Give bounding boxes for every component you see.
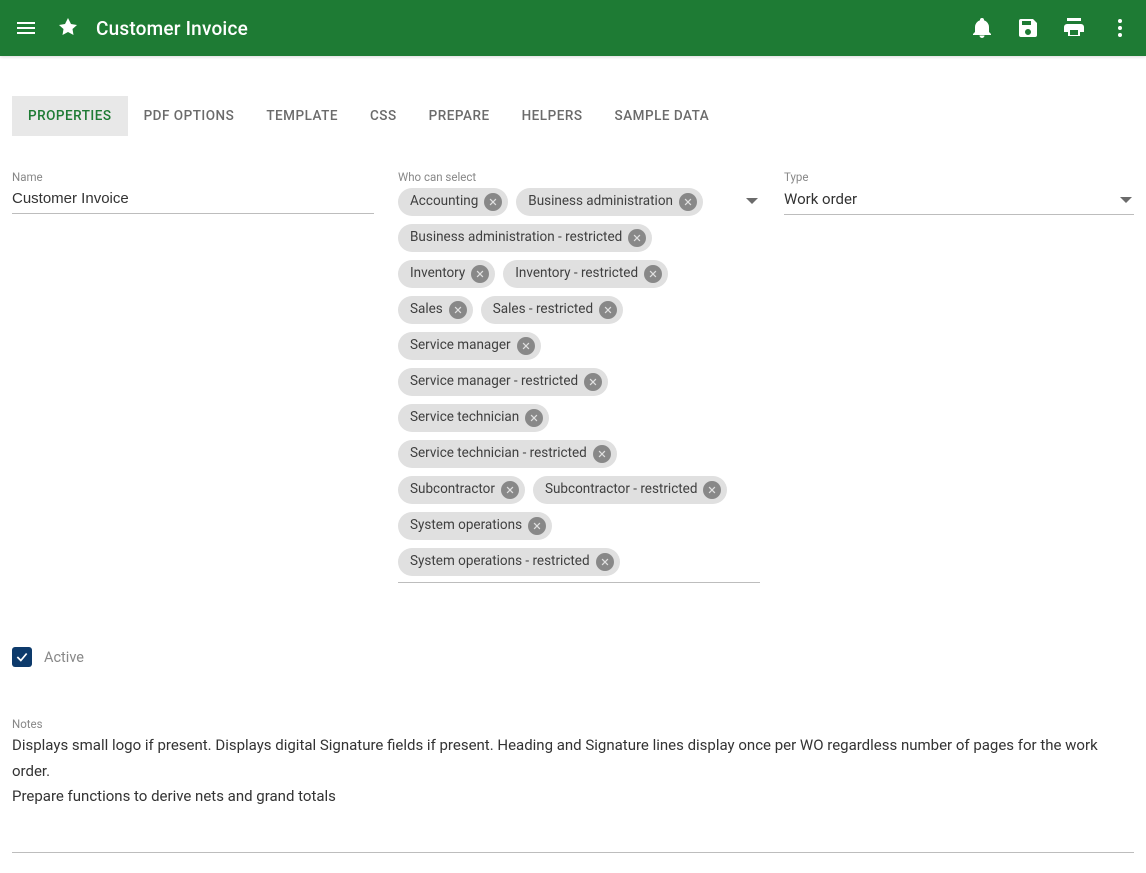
chip-label: Service technician bbox=[410, 411, 519, 425]
role-chip: Service manager bbox=[398, 332, 541, 360]
chip-label: Service manager bbox=[410, 339, 511, 353]
name-label: Name bbox=[12, 170, 374, 184]
chip-remove-button[interactable] bbox=[471, 265, 489, 283]
chip-label: System operations bbox=[410, 519, 522, 533]
chip-remove-button[interactable] bbox=[679, 193, 697, 211]
chip-remove-button[interactable] bbox=[528, 517, 546, 535]
close-icon bbox=[707, 485, 717, 495]
type-value: Work order bbox=[784, 190, 857, 208]
notes-textarea[interactable]: Displays small logo if present. Displays… bbox=[12, 733, 1134, 853]
close-icon bbox=[475, 269, 485, 279]
who-can-select-field[interactable]: Accounting Business administration Busines… bbox=[398, 186, 760, 583]
app-logo-icon bbox=[56, 16, 80, 40]
chip-label: Subcontractor - restricted bbox=[545, 483, 698, 497]
tab-prepare[interactable]: PREPARE bbox=[413, 96, 506, 136]
name-input[interactable] bbox=[12, 186, 374, 214]
chip-label: Accounting bbox=[410, 195, 478, 209]
chip-label: Sales - restricted bbox=[493, 303, 593, 317]
close-icon bbox=[683, 197, 693, 207]
chevron-down-icon bbox=[746, 198, 758, 204]
more-vertical-icon bbox=[1108, 16, 1132, 40]
role-chip: Business administration - restricted bbox=[398, 224, 652, 252]
active-checkbox[interactable] bbox=[12, 647, 32, 667]
chip-label: Inventory - restricted bbox=[515, 267, 638, 281]
close-icon bbox=[597, 449, 607, 459]
chip-remove-button[interactable] bbox=[501, 481, 519, 499]
close-icon bbox=[532, 521, 542, 531]
role-chip: Inventory - restricted bbox=[503, 260, 668, 288]
chip-remove-button[interactable] bbox=[628, 229, 646, 247]
tab-helpers[interactable]: HELPERS bbox=[506, 96, 599, 136]
chip-remove-button[interactable] bbox=[599, 301, 617, 319]
top-bar: Customer Invoice bbox=[0, 0, 1146, 56]
chip-label: Subcontractor bbox=[410, 483, 495, 497]
chip-label: Sales bbox=[410, 303, 443, 317]
close-icon bbox=[603, 305, 613, 315]
role-chip: Service technician bbox=[398, 404, 549, 432]
chevron-down-icon bbox=[1120, 197, 1132, 203]
save-button[interactable] bbox=[1014, 14, 1042, 42]
chip-remove-button[interactable] bbox=[584, 373, 602, 391]
role-chip: System operations - restricted bbox=[398, 548, 620, 576]
role-chip: Service technician - restricted bbox=[398, 440, 617, 468]
chip-label: Inventory bbox=[410, 267, 465, 281]
role-chip: Service manager - restricted bbox=[398, 368, 608, 396]
notifications-button[interactable] bbox=[968, 14, 996, 42]
menu-button[interactable] bbox=[12, 14, 40, 42]
hamburger-icon bbox=[14, 16, 38, 40]
chip-label: System operations - restricted bbox=[410, 555, 590, 569]
app-logo-button[interactable] bbox=[54, 14, 82, 42]
tab-properties[interactable]: PROPERTIES bbox=[12, 96, 128, 136]
role-chip: System operations bbox=[398, 512, 552, 540]
tab-template[interactable]: TEMPLATE bbox=[250, 96, 354, 136]
role-chip: Business administration bbox=[516, 188, 703, 216]
chip-remove-button[interactable] bbox=[703, 481, 721, 499]
chip-remove-button[interactable] bbox=[596, 553, 614, 571]
bell-icon bbox=[970, 16, 994, 40]
close-icon bbox=[521, 341, 531, 351]
role-chip: Subcontractor bbox=[398, 476, 525, 504]
notes-label: Notes bbox=[12, 717, 1134, 731]
role-chip: Inventory bbox=[398, 260, 495, 288]
close-icon bbox=[453, 305, 463, 315]
close-icon bbox=[505, 485, 515, 495]
print-button[interactable] bbox=[1060, 14, 1088, 42]
chip-label: Business administration - restricted bbox=[410, 231, 622, 245]
page-title: Customer Invoice bbox=[96, 17, 248, 40]
chip-remove-button[interactable] bbox=[644, 265, 662, 283]
save-icon bbox=[1016, 16, 1040, 40]
active-label: Active bbox=[44, 649, 84, 666]
chip-remove-button[interactable] bbox=[593, 445, 611, 463]
chip-remove-button[interactable] bbox=[449, 301, 467, 319]
role-chip: Accounting bbox=[398, 188, 508, 216]
type-select[interactable]: Work order bbox=[784, 186, 1134, 215]
role-chip: Sales - restricted bbox=[481, 296, 623, 324]
who-can-select-label: Who can select bbox=[398, 170, 760, 184]
chip-remove-button[interactable] bbox=[525, 409, 543, 427]
close-icon bbox=[600, 557, 610, 567]
chip-remove-button[interactable] bbox=[517, 337, 535, 355]
tab-css[interactable]: CSS bbox=[354, 96, 413, 136]
close-icon bbox=[632, 233, 642, 243]
chip-label: Service technician - restricted bbox=[410, 447, 587, 461]
role-chip: Subcontractor - restricted bbox=[533, 476, 728, 504]
print-icon bbox=[1062, 16, 1086, 40]
chip-label: Business administration bbox=[528, 195, 673, 209]
tab-bar: PROPERTIESPDF OPTIONSTEMPLATECSSPREPAREH… bbox=[12, 96, 1134, 136]
role-chip: Sales bbox=[398, 296, 473, 324]
close-icon bbox=[648, 269, 658, 279]
close-icon bbox=[529, 413, 539, 423]
tab-sample-data[interactable]: SAMPLE DATA bbox=[599, 96, 726, 136]
tab-pdf-options[interactable]: PDF OPTIONS bbox=[128, 96, 251, 136]
chip-label: Service manager - restricted bbox=[410, 375, 578, 389]
close-icon bbox=[488, 197, 498, 207]
more-button[interactable] bbox=[1106, 14, 1134, 42]
chip-remove-button[interactable] bbox=[484, 193, 502, 211]
check-icon bbox=[15, 650, 29, 664]
type-label: Type bbox=[784, 170, 1134, 184]
close-icon bbox=[588, 377, 598, 387]
